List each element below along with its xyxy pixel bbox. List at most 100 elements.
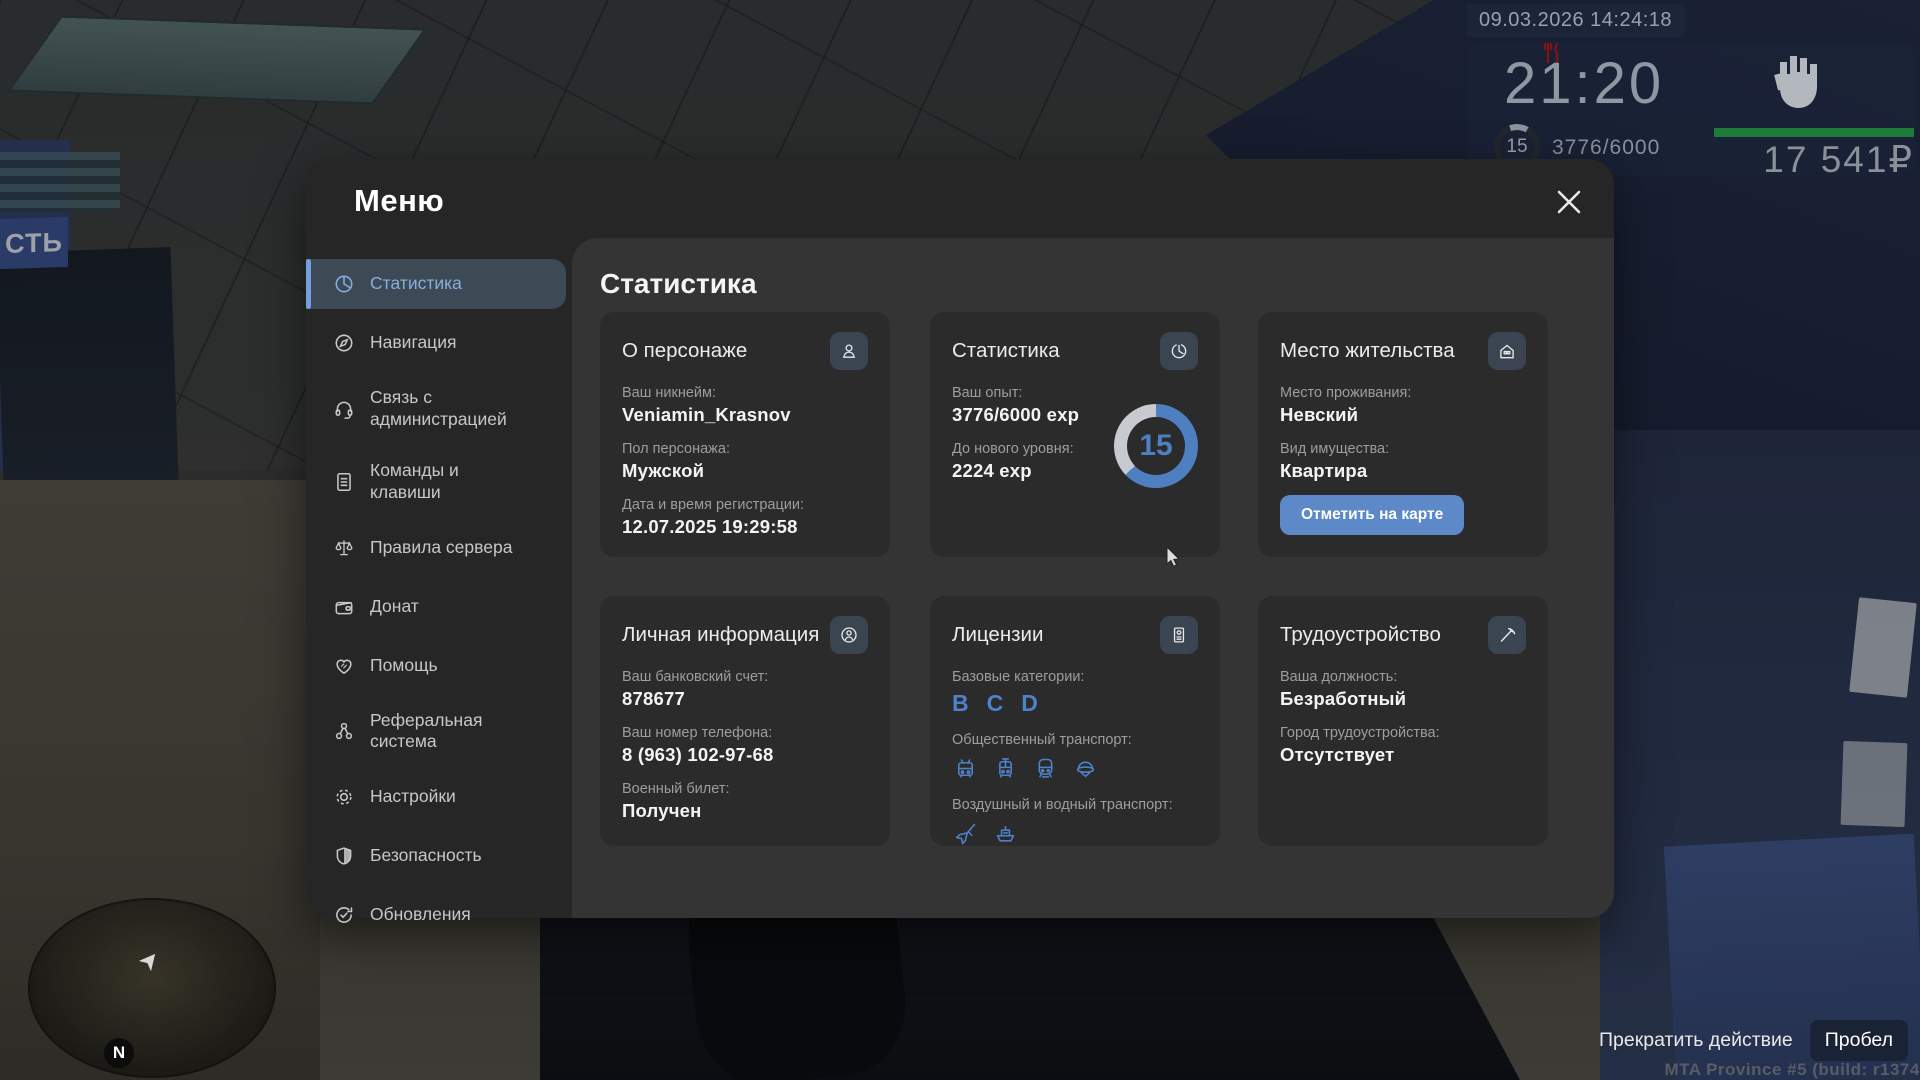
field-label: Общественный транспорт:: [952, 732, 1198, 748]
sidebar-item-commands[interactable]: Команды и клавиши: [306, 450, 566, 514]
page-title: Статистика: [600, 268, 757, 300]
game-screen: СТЬ 09.03.2026 14:24:18 21:20 15 3776/60…: [0, 0, 1920, 1080]
trolleybus-icon: [952, 755, 979, 782]
mark-on-map-button[interactable]: Отметить на карте: [1280, 495, 1464, 535]
wallet-icon: [333, 596, 355, 618]
action-hint: Прекратить действие Пробел: [1599, 1020, 1908, 1061]
field-label: Базовые категории:: [952, 669, 1198, 685]
shield-icon: [333, 845, 355, 867]
gender-value: Мужской: [622, 460, 868, 482]
headset-icon: [333, 398, 355, 420]
phone-value: 8 (963) 102-97-68: [622, 744, 868, 766]
compass-icon: [333, 332, 355, 354]
field-label: Ваш номер телефона:: [622, 725, 868, 741]
level-value: 15: [1127, 417, 1185, 475]
close-icon[interactable]: [1552, 185, 1586, 219]
card-employment: Трудоустройство Ваша должность: Безработ…: [1258, 596, 1548, 846]
sidebar-item-label: Команды и клавиши: [370, 460, 528, 504]
sidebar-item-label: Обновления: [370, 904, 471, 926]
sidebar-item-label: Помощь: [370, 655, 438, 677]
field-label: Вид имущества:: [1280, 441, 1526, 457]
gear-icon: [333, 786, 355, 808]
pickaxe-icon: [1488, 616, 1526, 654]
scales-icon: [333, 537, 355, 559]
server-watermark: MTA Province #5 (build: r1374): [1664, 1060, 1920, 1080]
job-city-value: Отсутствует: [1280, 744, 1526, 766]
action-key-badge: Пробел: [1810, 1020, 1908, 1061]
card-title: Статистика: [952, 339, 1060, 363]
field-label: Город трудоустройства:: [1280, 725, 1526, 741]
field-label: Военный билет:: [622, 781, 868, 797]
sidebar-item-admin-contact[interactable]: Связь с администрацией: [306, 377, 566, 441]
job-value: Безработный: [1280, 688, 1526, 710]
category-d: D: [1021, 690, 1038, 717]
exp-ring: 15: [1114, 404, 1198, 488]
hud-panel: 21:20 15 3776/6000 17 541₽: [1468, 42, 1915, 176]
property-value: Квартира: [1280, 460, 1526, 482]
sidebar-item-label: Настройки: [370, 786, 456, 808]
tram-icon: [992, 755, 1019, 782]
update-check-icon: [333, 904, 355, 926]
captain-cap-icon: [1072, 755, 1099, 782]
user-icon: [830, 332, 868, 370]
menu-title: Меню: [354, 183, 444, 219]
id-card-icon: [1160, 616, 1198, 654]
field-label: Воздушный и водный транспорт:: [952, 797, 1198, 813]
fist-icon: [1766, 48, 1824, 117]
field-label: Ваш банковский счет:: [622, 669, 868, 685]
card-title: Личная информация: [622, 623, 819, 647]
field-label: Пол персонажа:: [622, 441, 868, 457]
heart-hands-icon: [333, 655, 355, 677]
card-character: О персонаже Ваш никнейм: Veniamin_Krasno…: [600, 312, 890, 557]
pie-chart-icon: [1160, 332, 1198, 370]
sidebar-item-label: Правила сервера: [370, 537, 512, 559]
license-categories: B C D: [952, 690, 1198, 717]
hud-exp: 3776/6000: [1552, 136, 1660, 160]
metro-icon: [1032, 755, 1059, 782]
sidebar-item-donate[interactable]: Донат: [306, 582, 566, 632]
field-label: Ваш никнейм:: [622, 385, 868, 401]
field-label: Ваша должность:: [1280, 669, 1526, 685]
field-label: Дата и время регистрации:: [622, 497, 868, 513]
registration-value: 12.07.2025 19:29:58: [622, 516, 868, 538]
card-title: Место жительства: [1280, 339, 1455, 363]
minimap-player-marker: [139, 949, 162, 972]
card-title: Трудоустройство: [1280, 623, 1441, 647]
card-statistics: Статистика Ваш опыт: 3776/6000 exp До но…: [930, 312, 1220, 557]
sidebar-item-settings[interactable]: Настройки: [306, 772, 566, 822]
house-icon: [1488, 332, 1526, 370]
category-c: C: [987, 690, 1004, 717]
hud-clock: 21:20: [1504, 50, 1664, 117]
sidebar-item-label: Донат: [370, 596, 419, 618]
sidebar-item-label: Связь с администрацией: [370, 387, 528, 431]
nickname-value: Veniamin_Krasnov: [622, 404, 868, 426]
card-personal-info: Личная информация Ваш банковский счет: 8…: [600, 596, 890, 846]
category-b: B: [952, 690, 969, 717]
sidebar-item-label: Навигация: [370, 332, 456, 354]
sidebar-item-security[interactable]: Безопасность: [306, 831, 566, 881]
sidebar-item-rules[interactable]: Правила сервера: [306, 523, 566, 573]
field-label: Место проживания:: [1280, 385, 1526, 401]
minimap: N: [28, 898, 276, 1078]
sidebar-item-updates[interactable]: Обновления: [306, 890, 566, 940]
document-icon: [333, 471, 355, 493]
field-label: Ваш опыт:: [952, 385, 1198, 401]
mouse-cursor: [1166, 546, 1184, 571]
hud-money: 17 541₽: [1678, 138, 1914, 181]
hud-money-bar: [1714, 128, 1914, 137]
network-icon: [333, 720, 355, 742]
sidebar-item-label: Статистика: [370, 273, 462, 295]
pie-chart-icon: [333, 273, 355, 295]
sidebar-item-navigation[interactable]: Навигация: [306, 318, 566, 368]
card-licenses: Лицензии Базовые категории: B C D Общест…: [930, 596, 1220, 846]
residence-value: Невский: [1280, 404, 1526, 426]
sidebar-item-help[interactable]: Помощь: [306, 641, 566, 691]
public-transport-licenses: [952, 755, 1198, 782]
plane-icon: [952, 820, 979, 847]
card-residence: Место жительства Место проживания: Невск…: [1258, 312, 1548, 557]
menu-window: Меню Статистика Навигация Связь с админи…: [306, 159, 1614, 918]
content-panel: Статистика О персонаже Ваш никнейм: Veni…: [572, 238, 1614, 918]
sidebar-item-statistics[interactable]: Статистика: [306, 259, 566, 309]
sidebar-item-referral[interactable]: Реферальная система: [306, 700, 566, 764]
hud-datetime: 09.03.2026 14:24:18: [1466, 4, 1685, 37]
